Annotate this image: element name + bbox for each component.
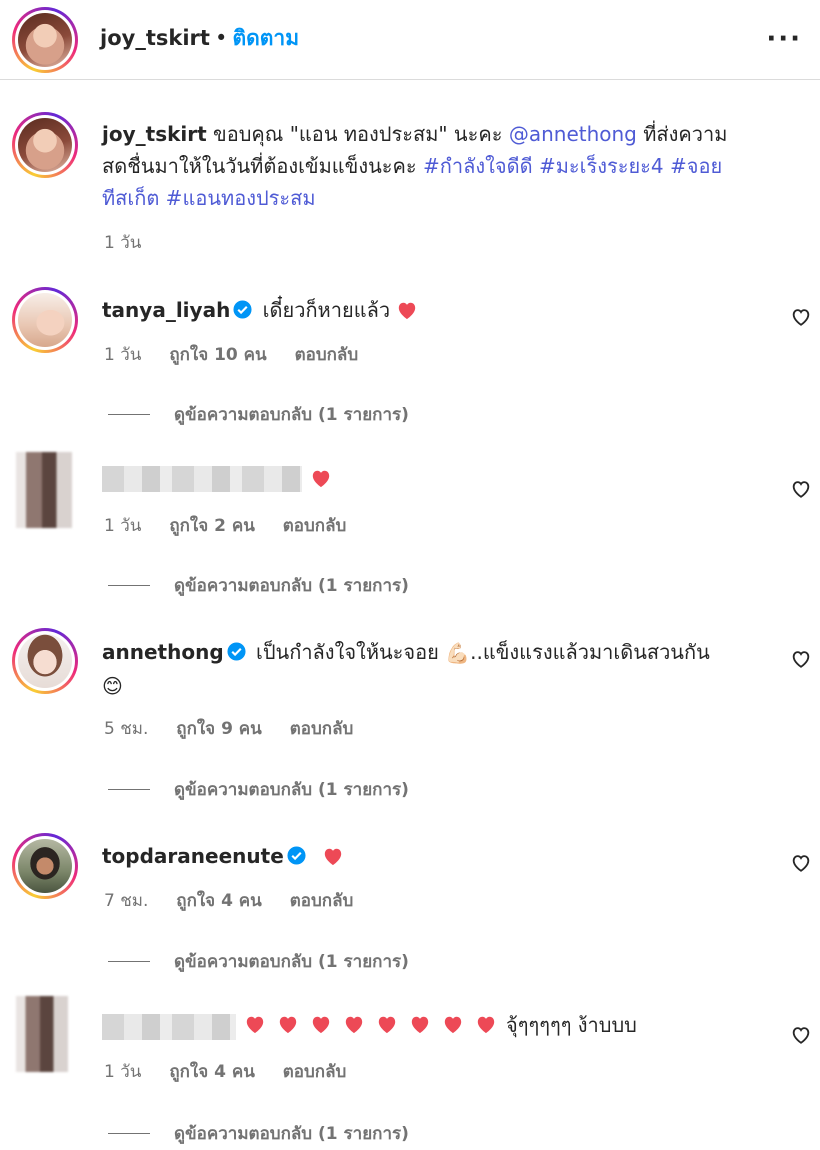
author-avatar[interactable]: [12, 7, 78, 73]
follow-button[interactable]: ติดตาม: [233, 26, 300, 50]
comment-body: tanya_liyah เดี๋ยวก็หายแล้ว: [102, 294, 418, 326]
mention-link[interactable]: @annethong: [509, 122, 637, 146]
red-heart-icon: [312, 470, 330, 488]
caption-text-3: สดชื่นมาให้ในวันที่ต้องเข้มแข็งนะคะ: [102, 154, 417, 178]
comment-meta: 7 ชม. ถูกใจ 4 คน ตอบกลับ: [104, 887, 375, 914]
comment-meta: 1 วัน ถูกใจ 10 คน ตอบกลับ: [104, 341, 380, 368]
flexed-biceps-icon: 💪🏻: [445, 641, 471, 665]
header-title: joy_tskirt • ติดตาม: [100, 22, 299, 55]
comment-time[interactable]: 1 วัน: [104, 345, 141, 365]
reply-button[interactable]: ตอบกลับ: [295, 345, 359, 365]
caption-avatar[interactable]: [12, 112, 78, 178]
view-replies-button[interactable]: ดูข้อความตอบกลับ (1 รายการ): [108, 572, 409, 599]
view-replies-label: ดูข้อความตอบกลับ (1 รายการ): [174, 952, 409, 972]
red-heart-icon: [411, 1016, 429, 1034]
view-replies-button[interactable]: ดูข้อความตอบกลับ (1 รายการ): [108, 1120, 409, 1147]
view-replies-label: ดูข้อความตอบกลับ (1 รายการ): [174, 405, 409, 425]
blurred-username[interactable]: [102, 466, 302, 492]
view-replies-label: ดูข้อความตอบกลับ (1 รายการ): [174, 1124, 409, 1144]
reply-button[interactable]: ตอบกลับ: [283, 1062, 347, 1082]
post-header: joy_tskirt • ติดตาม ···: [0, 0, 820, 80]
like-heart-icon[interactable]: [790, 1024, 812, 1046]
caption-username[interactable]: joy_tskirt: [102, 122, 207, 146]
verified-badge-icon: [227, 642, 246, 661]
likes-count[interactable]: ถูกใจ 4 คน: [176, 891, 262, 911]
caption-meta: 1 วัน: [104, 229, 163, 256]
replies-divider: [108, 789, 150, 790]
blurred-avatar[interactable]: [16, 996, 68, 1072]
blurred-avatar[interactable]: [16, 452, 72, 528]
verified-badge-icon: [233, 300, 252, 319]
likes-count[interactable]: ถูกใจ 9 คน: [176, 719, 262, 739]
verified-badge-icon: [287, 846, 306, 865]
replies-divider: [108, 585, 150, 586]
like-heart-icon[interactable]: [790, 306, 812, 328]
comment-avatar[interactable]: [12, 287, 78, 353]
comment-time[interactable]: 1 วัน: [104, 1062, 141, 1082]
comment-body: จุ้ๆๆๆๆๆ ง้าบบบ: [102, 1012, 722, 1044]
comment-avatar[interactable]: [12, 833, 78, 899]
comment-meta: 1 วัน ถูกใจ 2 คน ตอบกลับ: [104, 512, 368, 539]
red-heart-icon: [324, 848, 342, 866]
like-heart-icon[interactable]: [790, 648, 812, 670]
red-heart-icon: [246, 1016, 264, 1034]
comment-body: topdaraneenute: [102, 840, 344, 872]
comment-time[interactable]: 1 วัน: [104, 516, 141, 536]
comment-username[interactable]: annethong: [102, 640, 224, 664]
like-heart-icon[interactable]: [790, 852, 812, 874]
red-heart-icon: [477, 1016, 495, 1034]
likes-count[interactable]: ถูกใจ 2 คน: [169, 516, 255, 536]
replies-divider: [108, 961, 150, 962]
comment-username[interactable]: tanya_liyah: [102, 298, 230, 322]
smiling-face-icon: 😊: [102, 674, 123, 698]
comment-avatar[interactable]: [12, 628, 78, 694]
comment-username[interactable]: topdaraneenute: [102, 844, 284, 868]
hashtag-links-1[interactable]: #กำลังใจดีดี #มะเร็งระยะ4 #จอย: [423, 154, 722, 178]
comment-text: จุ้ๆๆๆๆๆ ง้าบบบ: [506, 1013, 637, 1037]
comment-meta: 1 วัน ถูกใจ 4 คน ตอบกลับ: [104, 1058, 368, 1085]
comment-text: เดี๋ยวก็หายแล้ว: [262, 298, 391, 322]
comment-text-2: ..แข็งแรงแล้วมาเดินสวนกัน: [470, 640, 710, 664]
red-heart-icon: [444, 1016, 462, 1034]
view-replies-button[interactable]: ดูข้อความตอบกลับ (1 รายการ): [108, 948, 409, 975]
view-replies-button[interactable]: ดูข้อความตอบกลับ (1 รายการ): [108, 401, 409, 428]
caption-time[interactable]: 1 วัน: [104, 233, 141, 253]
separator-dot: •: [215, 26, 228, 50]
reply-button[interactable]: ตอบกลับ: [290, 891, 354, 911]
hashtag-links-2[interactable]: ทีสเก็ต #แอนทองประสม: [102, 186, 316, 210]
likes-count[interactable]: ถูกใจ 4 คน: [169, 1062, 255, 1082]
more-options-icon[interactable]: ···: [766, 24, 802, 54]
red-heart-icon: [345, 1016, 363, 1034]
comment-body: annethong เป็นกำลังใจให้นะจอย 💪🏻..แข็งแร…: [102, 636, 782, 702]
view-replies-label: ดูข้อความตอบกลับ (1 รายการ): [174, 576, 409, 596]
like-heart-icon[interactable]: [790, 478, 812, 500]
comment-time[interactable]: 5 ชม.: [104, 719, 148, 739]
replies-divider: [108, 1133, 150, 1134]
caption-text-1: ขอบคุณ "แอน ทองประสม" นะคะ: [213, 122, 503, 146]
red-heart-icon: [279, 1016, 297, 1034]
red-heart-icon: [378, 1016, 396, 1034]
caption-text-2: ที่ส่งความ: [643, 122, 728, 146]
hearts-row: [244, 1014, 497, 1034]
reply-button[interactable]: ตอบกลับ: [283, 516, 347, 536]
comment-meta: 5 ชม. ถูกใจ 9 คน ตอบกลับ: [104, 715, 375, 742]
caption-text: joy_tskirt ขอบคุณ "แอน ทองประสม" นะคะ @a…: [102, 118, 802, 214]
comment-text: เป็นกำลังใจให้นะจอย: [256, 640, 439, 664]
author-username[interactable]: joy_tskirt: [100, 26, 210, 50]
red-heart-icon: [312, 1016, 330, 1034]
likes-count[interactable]: ถูกใจ 10 คน: [169, 345, 266, 365]
replies-divider: [108, 414, 150, 415]
red-heart-icon: [399, 302, 416, 320]
view-replies-button[interactable]: ดูข้อความตอบกลับ (1 รายการ): [108, 776, 409, 803]
reply-button[interactable]: ตอบกลับ: [290, 719, 354, 739]
blurred-username[interactable]: [102, 1014, 236, 1040]
comment-time[interactable]: 7 ชม.: [104, 891, 148, 911]
view-replies-label: ดูข้อความตอบกลับ (1 รายการ): [174, 780, 409, 800]
